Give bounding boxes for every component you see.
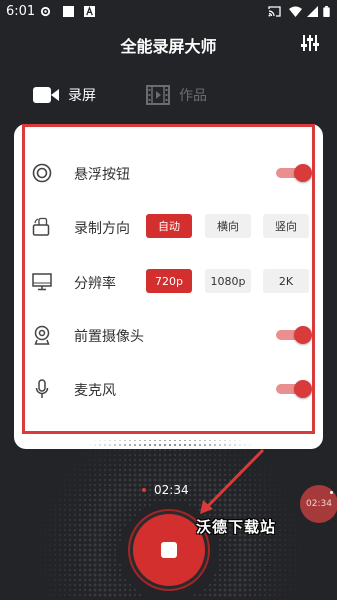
toggle-knob <box>294 164 312 182</box>
resolution-option-2k[interactable]: 2K <box>263 269 309 293</box>
film-icon <box>146 85 170 105</box>
floating-timer-dot <box>330 491 333 494</box>
battery-icon <box>323 6 330 17</box>
image-icon <box>63 6 74 17</box>
microphone-toggle[interactable] <box>276 380 312 398</box>
stop-icon <box>161 542 177 558</box>
video-camera-icon <box>33 87 59 103</box>
cast-icon <box>268 6 281 17</box>
setting-microphone: 麦克风 <box>14 374 323 404</box>
app-title: 全能录屏大师 <box>120 37 217 56</box>
sliders-icon[interactable] <box>300 33 320 53</box>
floating-button-label: 悬浮按钮 <box>74 167 130 183</box>
toggle-knob <box>294 326 312 344</box>
orientation-option-landscape[interactable]: 横向 <box>205 214 251 238</box>
floating-timer-bubble[interactable]: 02:34 <box>300 485 337 523</box>
recording-timer: 02:34 <box>142 483 189 497</box>
target-icon <box>32 163 52 183</box>
rotate-screen-icon <box>32 217 50 236</box>
signal-icon <box>307 6 318 17</box>
toggle-knob <box>294 380 312 398</box>
front-camera-label: 前置摄像头 <box>74 329 144 345</box>
resolution-option-1080p[interactable]: 1080p <box>205 269 251 293</box>
gear-icon <box>40 6 51 17</box>
recording-indicator-dot <box>142 488 146 492</box>
microphone-icon <box>35 379 49 398</box>
webcam-icon <box>34 325 50 345</box>
resolution-label: 分辨率 <box>74 276 116 292</box>
floating-timer-text: 02:34 <box>306 499 332 509</box>
status-bar: 6:01 <box>0 0 337 24</box>
watermark-text: 沃德下载站 <box>196 518 277 536</box>
stop-record-button[interactable] <box>133 514 205 586</box>
microphone-label: 麦克风 <box>74 383 116 399</box>
setting-floating-button: 悬浮按钮 <box>14 158 323 188</box>
tab-record-label: 录屏 <box>68 88 96 104</box>
orientation-option-auto[interactable]: 自动 <box>146 214 192 238</box>
resolution-option-720p[interactable]: 720p <box>146 269 192 293</box>
recording-elapsed: 02:34 <box>154 483 189 497</box>
tab-record[interactable]: 录屏 <box>33 84 96 106</box>
setting-front-camera: 前置摄像头 <box>14 320 323 350</box>
orientation-option-portrait[interactable]: 竖向 <box>263 214 309 238</box>
setting-resolution: 分辨率 720p 1080p 2K <box>14 267 323 297</box>
tab-works[interactable]: 作品 <box>146 84 207 106</box>
status-time: 6:01 <box>6 4 36 19</box>
tab-works-label: 作品 <box>179 88 207 104</box>
orientation-label: 录制方向 <box>74 221 130 237</box>
floating-button-toggle[interactable] <box>276 164 312 182</box>
font-icon <box>84 6 95 17</box>
monitor-icon <box>32 273 52 291</box>
front-camera-toggle[interactable] <box>276 326 312 344</box>
wifi-icon <box>289 6 302 17</box>
setting-orientation: 录制方向 自动 横向 竖向 <box>14 212 323 242</box>
